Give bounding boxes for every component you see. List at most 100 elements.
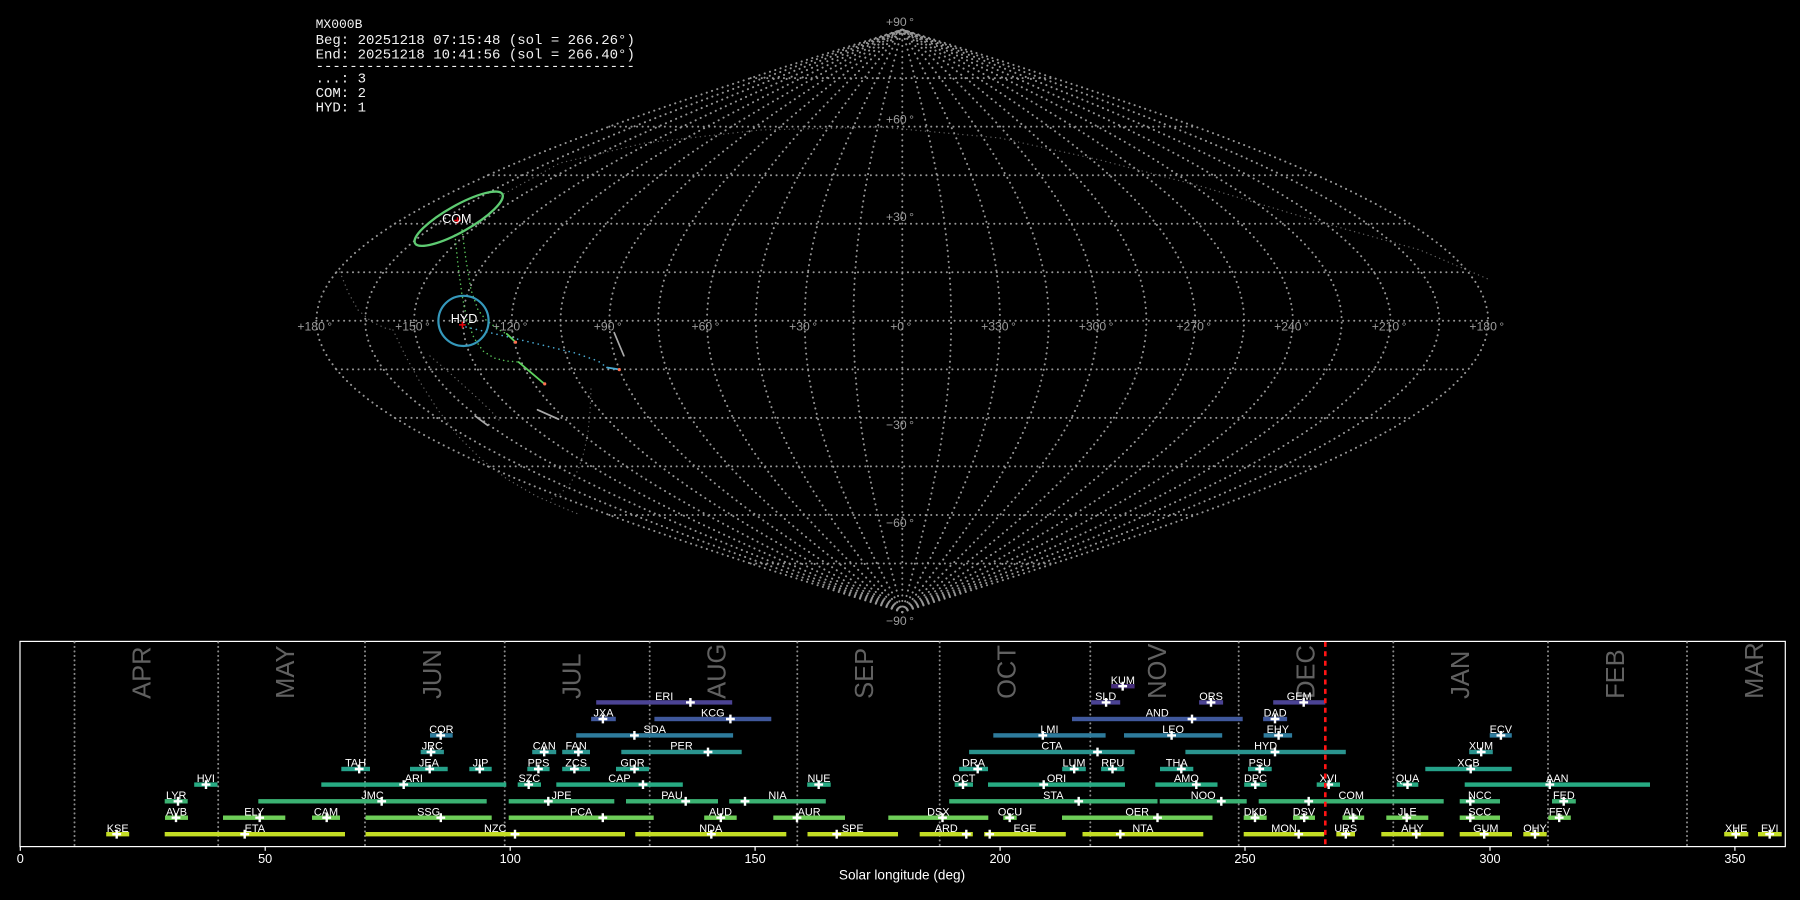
- svg-text:KCG: KCG: [701, 708, 725, 720]
- svg-text:NOV: NOV: [1144, 644, 1172, 699]
- svg-text:NCC: NCC: [1468, 790, 1492, 802]
- svg-text:ERI: ERI: [655, 691, 673, 703]
- svg-text:+120 °: +120 °: [493, 320, 528, 334]
- svg-text:GEM: GEM: [1287, 691, 1312, 703]
- svg-text:RPU: RPU: [1101, 758, 1124, 770]
- svg-text:ARD: ARD: [935, 823, 958, 835]
- svg-text:ORI: ORI: [1047, 773, 1066, 785]
- svg-text:COM: COM: [442, 212, 471, 226]
- svg-text:350: 350: [1724, 852, 1745, 866]
- svg-text:+30 °: +30 °: [789, 320, 817, 334]
- svg-text:NDA: NDA: [699, 823, 723, 835]
- svg-text:LYR: LYR: [166, 790, 187, 802]
- svg-text:CTA: CTA: [1041, 741, 1063, 753]
- svg-text:JUN: JUN: [419, 649, 447, 699]
- svg-text:JAN: JAN: [1447, 651, 1475, 699]
- svg-text:AUG: AUG: [704, 644, 732, 699]
- svg-text:STA: STA: [1043, 790, 1064, 802]
- svg-text:NOO: NOO: [1191, 790, 1216, 802]
- svg-text:ARI: ARI: [405, 773, 423, 785]
- svg-text:ELY: ELY: [244, 806, 265, 818]
- svg-text:AND: AND: [1146, 708, 1169, 720]
- svg-text:HYD: HYD: [451, 312, 478, 326]
- svg-text:+90 °: +90 °: [886, 15, 914, 29]
- svg-text:0: 0: [17, 852, 24, 866]
- svg-text:Solar longitude (deg): Solar longitude (deg): [839, 868, 965, 883]
- svg-text:AVB: AVB: [166, 806, 187, 818]
- svg-text:JMC: JMC: [361, 790, 384, 802]
- svg-text:AUR: AUR: [798, 806, 821, 818]
- svg-text:NIA: NIA: [768, 790, 787, 802]
- svg-text:MON: MON: [1271, 823, 1296, 835]
- svg-text:XVI: XVI: [1320, 773, 1338, 785]
- svg-text:KUM: KUM: [1111, 675, 1135, 687]
- svg-text:MAY: MAY: [272, 646, 300, 699]
- svg-text:100: 100: [500, 852, 521, 866]
- svg-text:DAD: DAD: [1264, 708, 1287, 720]
- svg-text:SEP: SEP: [851, 648, 879, 699]
- svg-text:−60 °: −60 °: [886, 516, 914, 530]
- svg-text:JPE: JPE: [552, 790, 572, 802]
- svg-text:SZC: SZC: [519, 773, 541, 785]
- svg-text:SCC: SCC: [1468, 806, 1491, 818]
- svg-text:TAH: TAH: [345, 758, 366, 770]
- svg-text:+0 °: +0 °: [890, 320, 911, 334]
- svg-text:50: 50: [258, 852, 272, 866]
- svg-text:FEB: FEB: [1602, 649, 1630, 699]
- svg-text:JXA: JXA: [594, 708, 615, 720]
- svg-text:QUA: QUA: [1396, 773, 1420, 785]
- svg-text:NUE: NUE: [808, 773, 831, 785]
- svg-text:SLD: SLD: [1095, 691, 1116, 703]
- svg-text:EVI: EVI: [1761, 823, 1779, 835]
- svg-text:FEV: FEV: [1549, 806, 1571, 818]
- svg-text:HVI: HVI: [197, 773, 215, 785]
- svg-text:MX000B: MX000B: [316, 17, 363, 32]
- svg-text:OHY: OHY: [1523, 823, 1547, 835]
- svg-text:KSE: KSE: [107, 823, 129, 835]
- svg-text:AMO: AMO: [1174, 773, 1199, 785]
- svg-text:CAN: CAN: [533, 741, 556, 753]
- svg-text:150: 150: [745, 852, 766, 866]
- svg-text:SDA: SDA: [643, 724, 666, 736]
- svg-text:COM: COM: [1338, 790, 1363, 802]
- svg-text:DKD: DKD: [1244, 806, 1267, 818]
- svg-text:JEA: JEA: [419, 758, 440, 770]
- svg-text:JRC: JRC: [422, 741, 443, 753]
- svg-text:LEO: LEO: [1162, 724, 1184, 736]
- svg-text:ECV: ECV: [1490, 724, 1513, 736]
- svg-text:JUL: JUL: [559, 654, 587, 699]
- svg-text:XUM: XUM: [1469, 741, 1493, 753]
- svg-text:CAM: CAM: [314, 806, 338, 818]
- svg-text:COR: COR: [429, 724, 453, 736]
- svg-text:PSU: PSU: [1249, 758, 1272, 770]
- svg-text:+180 °: +180 °: [297, 320, 332, 334]
- svg-text:ETA: ETA: [245, 823, 266, 835]
- svg-text:+30 °: +30 °: [886, 210, 914, 224]
- svg-text:HYD: HYD: [1254, 741, 1277, 753]
- svg-text:DSX: DSX: [927, 806, 950, 818]
- svg-text:CAP: CAP: [608, 773, 630, 785]
- svg-text:ZCS: ZCS: [565, 758, 587, 770]
- svg-text:+60 °: +60 °: [886, 113, 914, 127]
- svg-text:−30 °: −30 °: [886, 418, 914, 432]
- svg-text:PCA: PCA: [570, 806, 593, 818]
- svg-text:ALY: ALY: [1343, 806, 1364, 818]
- svg-text:+180 °: +180 °: [1469, 320, 1504, 334]
- svg-text:+60 °: +60 °: [692, 320, 720, 334]
- svg-text:OCT: OCT: [952, 773, 975, 785]
- svg-text:THA: THA: [1166, 758, 1189, 770]
- svg-text:+270 °: +270 °: [1176, 320, 1211, 334]
- svg-text:−90 °: −90 °: [886, 614, 914, 628]
- svg-text:AHY: AHY: [1401, 823, 1424, 835]
- svg-text:LUM: LUM: [1063, 758, 1086, 770]
- svg-text:+330 °: +330 °: [981, 320, 1016, 334]
- svg-text:+150 °: +150 °: [395, 320, 430, 334]
- svg-text:PPS: PPS: [528, 758, 550, 770]
- svg-text:DRA: DRA: [962, 758, 986, 770]
- svg-text:PER: PER: [670, 741, 693, 753]
- svg-text:+90 °: +90 °: [594, 320, 622, 334]
- svg-text:HYD: 1: HYD: 1: [316, 101, 366, 117]
- svg-text:OCU: OCU: [998, 806, 1022, 818]
- svg-text:FED: FED: [1553, 790, 1575, 802]
- svg-text:...: 3: ...: 3: [316, 71, 366, 87]
